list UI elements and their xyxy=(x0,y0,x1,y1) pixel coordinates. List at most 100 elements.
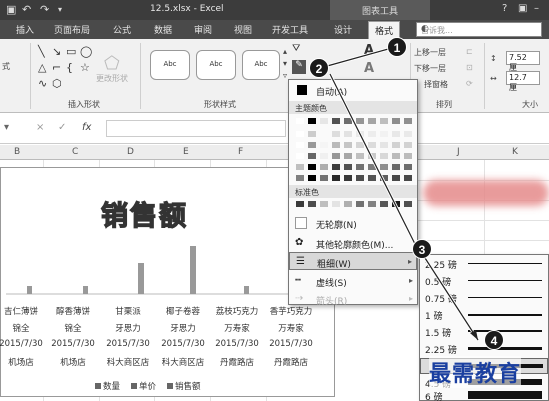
theme-color-swatch[interactable] xyxy=(319,117,329,125)
theme-color-swatch[interactable] xyxy=(331,130,341,138)
standard-color-swatch[interactable] xyxy=(331,200,341,208)
standard-color-swatch[interactable] xyxy=(307,200,317,208)
save-icon[interactable]: ▣ xyxy=(6,3,16,16)
theme-color-swatch[interactable] xyxy=(295,174,305,182)
theme-color-swatch[interactable] xyxy=(343,152,353,160)
shape-fill-icon[interactable]: ⛛ xyxy=(292,43,300,54)
minimize-icon[interactable]: – xyxy=(534,3,539,14)
sales-chart[interactable]: 销售额 吉仁薄饼 锦全 2015/7/30 机场店 醇香薄饼 锦全 2015/7… xyxy=(0,167,335,397)
weight-option[interactable]: 1 磅 xyxy=(420,307,548,323)
align-icon[interactable]: ⊏ xyxy=(466,47,473,56)
theme-color-swatch[interactable] xyxy=(403,141,413,149)
theme-color-swatch[interactable] xyxy=(367,117,377,125)
theme-color-swatch[interactable] xyxy=(319,163,329,171)
theme-color-swatch[interactable] xyxy=(355,141,365,149)
theme-color-swatch[interactable] xyxy=(379,174,389,182)
theme-color-swatch[interactable] xyxy=(367,174,377,182)
theme-color-swatch[interactable] xyxy=(367,163,377,171)
theme-color-swatch[interactable] xyxy=(343,130,353,138)
gallery-scroll-down-icon[interactable]: ▾ xyxy=(283,59,287,68)
standard-color-swatch[interactable] xyxy=(295,200,305,208)
theme-color-swatch[interactable] xyxy=(295,152,305,160)
theme-color-swatch[interactable] xyxy=(331,117,341,125)
tab-developer[interactable]: 开发工具 xyxy=(272,23,308,36)
weight-option[interactable]: 2.25 磅 xyxy=(420,256,548,272)
menu-item-more-colors[interactable]: ✿ 其他轮廓颜色(M)... xyxy=(289,234,417,252)
column-header-k[interactable]: K xyxy=(512,147,518,157)
bring-forward-button[interactable]: 上移一层 xyxy=(414,47,446,58)
tab-data[interactable]: 数据 xyxy=(154,23,172,36)
change-shape-icon[interactable]: ⬠ xyxy=(104,53,120,74)
height-input[interactable]: 7.52 厘 xyxy=(506,51,540,72)
column-header-b[interactable]: B xyxy=(14,147,20,157)
theme-color-swatch[interactable] xyxy=(379,163,389,171)
weight-option[interactable]: 0.5 磅 xyxy=(420,273,548,289)
theme-color-swatch[interactable] xyxy=(343,163,353,171)
tab-formulas[interactable]: 公式 xyxy=(113,23,131,36)
gallery-more-icon[interactable]: ▿ xyxy=(283,71,287,80)
theme-color-swatch[interactable] xyxy=(391,117,401,125)
column-header-d[interactable]: D xyxy=(127,147,134,157)
theme-color-swatch[interactable] xyxy=(331,141,341,149)
theme-color-swatch[interactable] xyxy=(367,152,377,160)
insert-function-icon[interactable]: fx xyxy=(82,122,91,133)
standard-color-swatch[interactable] xyxy=(343,200,353,208)
theme-color-swatch[interactable] xyxy=(343,117,353,125)
theme-color-swatch[interactable] xyxy=(331,174,341,182)
quick-access-dropdown-icon[interactable]: ▾ xyxy=(58,5,62,14)
tab-insert[interactable]: 插入 xyxy=(16,23,34,36)
standard-color-swatch[interactable] xyxy=(367,200,377,208)
menu-item-weight[interactable]: ☰ 粗细(W) ▸ xyxy=(289,252,417,270)
shape-style-1[interactable]: Abc xyxy=(150,50,190,80)
menu-item-automatic[interactable]: 自动(A) xyxy=(289,81,417,99)
theme-color-swatch[interactable] xyxy=(319,141,329,149)
theme-color-swatch[interactable] xyxy=(355,174,365,182)
theme-color-swatch[interactable] xyxy=(307,130,317,138)
legend-item-price[interactable]: 单价 xyxy=(131,380,156,392)
ribbon-options-icon[interactable]: ▣ xyxy=(518,3,527,14)
theme-color-swatch[interactable] xyxy=(391,174,401,182)
theme-color-swatch[interactable] xyxy=(307,117,317,125)
theme-color-swatch[interactable] xyxy=(379,117,389,125)
theme-color-swatch[interactable] xyxy=(295,163,305,171)
wordart-text-outline-icon[interactable]: A xyxy=(364,61,374,76)
theme-color-swatch[interactable] xyxy=(295,130,305,138)
rectangle-shape-icon[interactable]: ▭ xyxy=(66,45,76,58)
formula-input[interactable] xyxy=(106,120,286,137)
gallery-scroll-up-icon[interactable]: ▴ xyxy=(283,47,287,56)
help-icon[interactable]: ? xyxy=(502,3,507,14)
theme-color-swatch[interactable] xyxy=(307,141,317,149)
line-shape-icon[interactable]: ╲ xyxy=(38,45,45,58)
hexagon-shape-icon[interactable]: ⬡ xyxy=(52,77,62,90)
tab-design[interactable]: 设计 xyxy=(334,23,352,36)
theme-color-swatch[interactable] xyxy=(295,117,305,125)
theme-color-swatch[interactable] xyxy=(355,117,365,125)
weight-option[interactable]: 0.75 磅 xyxy=(420,290,548,306)
tab-page-layout[interactable]: 页面布局 xyxy=(54,23,90,36)
column-header-e[interactable]: E xyxy=(183,147,189,157)
selection-pane-button[interactable]: 择窗格 xyxy=(424,79,448,90)
standard-color-swatch[interactable] xyxy=(319,200,329,208)
enter-formula-icon[interactable]: ✓ xyxy=(58,122,66,133)
width-input[interactable]: 12.7 厘 xyxy=(506,71,540,92)
theme-color-swatch[interactable] xyxy=(331,152,341,160)
star-shape-icon[interactable]: ☆ xyxy=(80,61,90,74)
weight-option[interactable]: 6 磅 xyxy=(420,388,548,401)
theme-color-swatch[interactable] xyxy=(403,163,413,171)
theme-color-swatch[interactable] xyxy=(403,152,413,160)
theme-color-swatch[interactable] xyxy=(403,117,413,125)
theme-color-swatch[interactable] xyxy=(307,163,317,171)
tab-review[interactable]: 审阅 xyxy=(194,23,212,36)
theme-color-swatch[interactable] xyxy=(391,130,401,138)
column-header-c[interactable]: C xyxy=(72,147,78,157)
standard-color-swatch[interactable] xyxy=(391,200,401,208)
group-icon[interactable]: ⊡ xyxy=(466,63,473,72)
standard-color-swatch[interactable] xyxy=(355,200,365,208)
rotate-icon[interactable]: ⟳ xyxy=(466,79,473,88)
theme-color-swatch[interactable] xyxy=(391,152,401,160)
theme-color-swatch[interactable] xyxy=(331,163,341,171)
theme-color-swatch[interactable] xyxy=(319,130,329,138)
theme-color-swatch[interactable] xyxy=(367,141,377,149)
theme-color-swatch[interactable] xyxy=(319,174,329,182)
column-header-f[interactable]: F xyxy=(238,147,243,157)
